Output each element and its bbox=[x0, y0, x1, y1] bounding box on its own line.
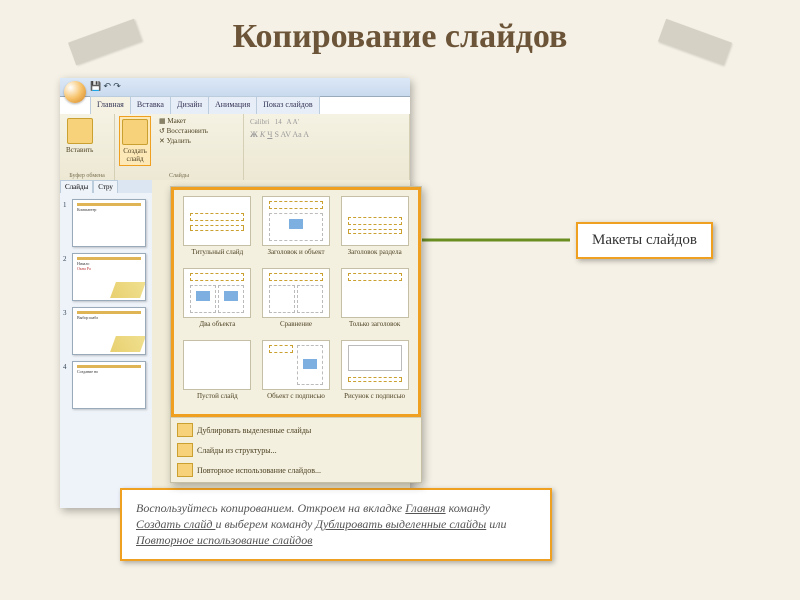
presentation-slide: Копирование слайдов 💾 ↶ ↷ Главная Вставк… bbox=[0, 0, 800, 600]
slides-tab[interactable]: Слайды bbox=[60, 180, 93, 193]
clipboard-group: Вставить Буфер обмена bbox=[60, 114, 115, 180]
reset-button[interactable]: ↺ Восстановить bbox=[157, 126, 210, 136]
slide-thumb-1[interactable]: 1Компьютер bbox=[64, 199, 148, 247]
powerpoint-screenshot: 💾 ↶ ↷ Главная Вставка Дизайн Анимация По… bbox=[60, 78, 410, 508]
panel-tabs: Слайды Стру bbox=[60, 180, 152, 193]
new-slide-icon bbox=[122, 119, 148, 145]
new-slide-button[interactable]: Создать слайд bbox=[119, 116, 151, 166]
layout-comparison[interactable]: Сравнение bbox=[259, 268, 334, 336]
duplicate-slides-item[interactable]: Дублировать выделенные слайды bbox=[171, 420, 421, 440]
tab-design[interactable]: Дизайн bbox=[170, 96, 209, 114]
delete-button[interactable]: ✕ Удалить bbox=[157, 136, 210, 146]
reuse-icon bbox=[177, 463, 193, 477]
layout-content-caption[interactable]: Объект с подписью bbox=[259, 340, 334, 408]
callout-layouts: Макеты слайдов bbox=[576, 222, 713, 259]
layout-title-only[interactable]: Только заголовок bbox=[337, 268, 412, 336]
tab-animation[interactable]: Анимация bbox=[208, 96, 257, 114]
slide-thumb-4[interactable]: 4Создание но bbox=[64, 361, 148, 409]
tab-insert[interactable]: Вставка bbox=[130, 96, 171, 114]
duplicate-icon bbox=[177, 423, 193, 437]
outline-icon bbox=[177, 443, 193, 457]
ribbon: Вставить Буфер обмена Создать слайд ▦ Ма… bbox=[60, 114, 410, 181]
reuse-slides-item[interactable]: Повторное использование слайдов... bbox=[171, 460, 421, 480]
layout-button[interactable]: ▦ Макет bbox=[157, 116, 210, 126]
office-button[interactable] bbox=[64, 81, 86, 103]
layout-grid: Титульный слайд Заголовок и объект Загол… bbox=[171, 187, 421, 417]
tab-home[interactable]: Главная bbox=[90, 96, 131, 114]
clipboard-icon bbox=[67, 118, 93, 144]
layout-section-header[interactable]: Заголовок раздела bbox=[337, 196, 412, 264]
layout-title-content[interactable]: Заголовок и объект bbox=[259, 196, 334, 264]
slides-from-outline-item[interactable]: Слайды из структуры... bbox=[171, 440, 421, 460]
layout-two-content[interactable]: Два объекта bbox=[180, 268, 255, 336]
ribbon-tabs: Главная Вставка Дизайн Анимация Показ сл… bbox=[90, 96, 319, 114]
quick-access-toolbar[interactable]: 💾 ↶ ↷ bbox=[90, 81, 121, 92]
tab-slideshow[interactable]: Показ слайдов bbox=[256, 96, 319, 114]
instruction-box: Воспользуйтесь копированием. Откроем на … bbox=[120, 488, 552, 561]
paste-button[interactable]: Вставить bbox=[64, 116, 95, 156]
slides-panel: Слайды Стру 1Компьютер 2НачалоОкна Ра 3В… bbox=[60, 180, 153, 508]
layout-blank[interactable]: Пустой слайд bbox=[180, 340, 255, 408]
slides-group: Создать слайд ▦ Макет ↺ Восстановить ✕ У… bbox=[115, 114, 244, 180]
layout-title[interactable]: Титульный слайд bbox=[180, 196, 255, 264]
slide-thumb-2[interactable]: 2НачалоОкна Ра bbox=[64, 253, 148, 301]
gallery-footer: Дублировать выделенные слайды Слайды из … bbox=[171, 417, 421, 482]
font-group: Calibri 14 A A' Ж К Ч S AV Aa A bbox=[244, 114, 410, 180]
layout-picture-caption[interactable]: Рисунок с подписью bbox=[337, 340, 412, 408]
outline-tab[interactable]: Стру bbox=[93, 180, 118, 193]
layout-gallery: Титульный слайд Заголовок и объект Загол… bbox=[170, 186, 422, 483]
slide-thumb-3[interactable]: 3Выбор шабл bbox=[64, 307, 148, 355]
